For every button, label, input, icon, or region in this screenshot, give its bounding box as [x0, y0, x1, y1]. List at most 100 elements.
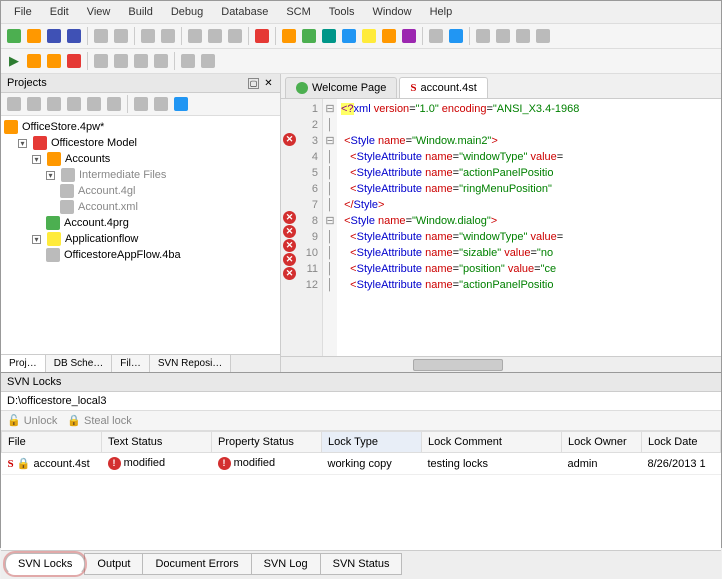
tree-appflow-file[interactable]: OfficestoreAppFlow.4ba: [4, 247, 277, 263]
save-all-icon[interactable]: [65, 27, 83, 45]
run-icon[interactable]: ▶: [5, 52, 23, 70]
tree-model[interactable]: ▾ Officestore Model: [4, 135, 277, 151]
expander-icon[interactable]: ▾: [32, 155, 41, 164]
new-file-icon[interactable]: [5, 27, 23, 45]
menu-scm[interactable]: SCM: [277, 3, 319, 21]
unlock-button[interactable]: 🔓Unlock: [7, 414, 57, 427]
menu-help[interactable]: Help: [421, 3, 462, 21]
print-icon[interactable]: [92, 27, 110, 45]
proj-btn3[interactable]: [45, 95, 63, 113]
tab-output[interactable]: Output: [84, 553, 143, 575]
tab-account4st[interactable]: S account.4st: [399, 77, 487, 98]
menu-edit[interactable]: Edit: [41, 3, 78, 21]
tab-dbschema[interactable]: DB Sche…: [46, 355, 112, 372]
col-lock-date[interactable]: Lock Date: [642, 432, 721, 453]
tree-account4prg[interactable]: Account.4prg: [4, 215, 277, 231]
step4-icon[interactable]: [152, 52, 170, 70]
save-icon[interactable]: [45, 27, 63, 45]
col-text-status[interactable]: Text Status: [102, 432, 212, 453]
proj-btn5[interactable]: [85, 95, 103, 113]
paste-icon[interactable]: [226, 27, 244, 45]
col-lock-owner[interactable]: Lock Owner: [562, 432, 642, 453]
db6-icon[interactable]: [380, 27, 398, 45]
tab-document-errors[interactable]: Document Errors: [142, 553, 251, 575]
form1-icon[interactable]: [474, 27, 492, 45]
col-lock-comment[interactable]: Lock Comment: [422, 432, 562, 453]
delete-icon[interactable]: [253, 27, 271, 45]
redo-icon[interactable]: [159, 27, 177, 45]
menu-database[interactable]: Database: [212, 3, 277, 21]
tree-appflow[interactable]: ▾ Applicationflow: [4, 231, 277, 247]
db5-icon[interactable]: [360, 27, 378, 45]
menu-file[interactable]: File: [5, 3, 41, 21]
find-icon[interactable]: [112, 27, 130, 45]
form4-icon[interactable]: [534, 27, 552, 45]
tab-files[interactable]: Fil…: [112, 355, 150, 372]
cut-icon[interactable]: [186, 27, 204, 45]
code-content[interactable]: <?xml version="1.0" encoding="ANSI_X3.4-…: [337, 99, 721, 356]
tab-welcome-label: Welcome Page: [312, 82, 386, 94]
expander-icon[interactable]: ▾: [46, 171, 55, 180]
steal-lock-button[interactable]: 🔒Steal lock: [67, 414, 131, 427]
copy-icon[interactable]: [206, 27, 224, 45]
menu-window[interactable]: Window: [363, 3, 420, 21]
tab-svnrepo[interactable]: SVN Reposi…: [150, 355, 231, 372]
proj-btn8[interactable]: [152, 95, 170, 113]
debug-icon[interactable]: [25, 52, 43, 70]
grid2-icon[interactable]: [447, 27, 465, 45]
minimize-icon[interactable]: ▢: [248, 78, 259, 89]
tab-svn-log[interactable]: SVN Log: [251, 553, 321, 575]
unlock-icon: 🔓: [7, 414, 21, 427]
undo-icon[interactable]: [139, 27, 157, 45]
stop-icon[interactable]: [65, 52, 83, 70]
win2-icon[interactable]: [199, 52, 217, 70]
proj-btn7[interactable]: [132, 95, 150, 113]
table-row[interactable]: S 🔒 account.4st ! modified ! modified wo…: [2, 453, 721, 475]
expander-icon[interactable]: ▾: [32, 235, 41, 244]
projects-bottom-tabs: Proj… DB Sche… Fil… SVN Reposi…: [1, 354, 280, 372]
grid1-icon[interactable]: [427, 27, 445, 45]
db3-icon[interactable]: [320, 27, 338, 45]
db7-icon[interactable]: [400, 27, 418, 45]
form2-icon[interactable]: [494, 27, 512, 45]
proj-refresh-icon[interactable]: [172, 95, 190, 113]
tab-welcome[interactable]: Welcome Page: [285, 77, 397, 98]
menu-tools[interactable]: Tools: [320, 3, 364, 21]
proj-btn2[interactable]: [25, 95, 43, 113]
tab-svn-locks[interactable]: SVN Locks: [5, 553, 85, 575]
col-file[interactable]: File: [2, 432, 102, 453]
proj-btn6[interactable]: [105, 95, 123, 113]
menu-build[interactable]: Build: [119, 3, 161, 21]
step1-icon[interactable]: [92, 52, 110, 70]
menu-view[interactable]: View: [78, 3, 120, 21]
form3-icon[interactable]: [514, 27, 532, 45]
svn-locks-panel: SVN Locks D:\officestore_local3 🔓Unlock …: [1, 372, 721, 550]
open-icon[interactable]: [25, 27, 43, 45]
step2-icon[interactable]: [112, 52, 130, 70]
proj-btn1[interactable]: [5, 95, 23, 113]
win1-icon[interactable]: [179, 52, 197, 70]
scroll-thumb[interactable]: [413, 359, 503, 371]
tab-projects[interactable]: Proj…: [1, 355, 46, 372]
db1-icon[interactable]: [280, 27, 298, 45]
step3-icon[interactable]: [132, 52, 150, 70]
tab-svn-status[interactable]: SVN Status: [320, 553, 403, 575]
close-icon[interactable]: ✕: [263, 78, 274, 89]
project-tree[interactable]: OfficeStore.4pw* ▾ Officestore Model ▾ A…: [1, 116, 280, 354]
code-editor[interactable]: ✕ ✕ ✕ ✕ ✕ ✕ 123 456 789 101112 ⊟│⊟││││⊟│…: [281, 99, 721, 356]
tree-accounts[interactable]: ▾ Accounts: [4, 151, 277, 167]
tree-accountxml[interactable]: Account.xml: [4, 199, 277, 215]
col-lock-type[interactable]: Lock Type: [322, 432, 422, 453]
bug-icon[interactable]: [45, 52, 63, 70]
db4-icon[interactable]: [340, 27, 358, 45]
error-icon: ✕: [283, 225, 296, 238]
proj-btn4[interactable]: [65, 95, 83, 113]
expander-icon[interactable]: ▾: [18, 139, 27, 148]
menu-debug[interactable]: Debug: [162, 3, 212, 21]
db2-icon[interactable]: [300, 27, 318, 45]
tree-intermediate[interactable]: ▾ Intermediate Files: [4, 167, 277, 183]
tree-account4gl[interactable]: Account.4gl: [4, 183, 277, 199]
col-property-status[interactable]: Property Status: [212, 432, 322, 453]
tree-root[interactable]: OfficeStore.4pw*: [4, 119, 277, 135]
horizontal-scrollbar[interactable]: [281, 356, 721, 372]
